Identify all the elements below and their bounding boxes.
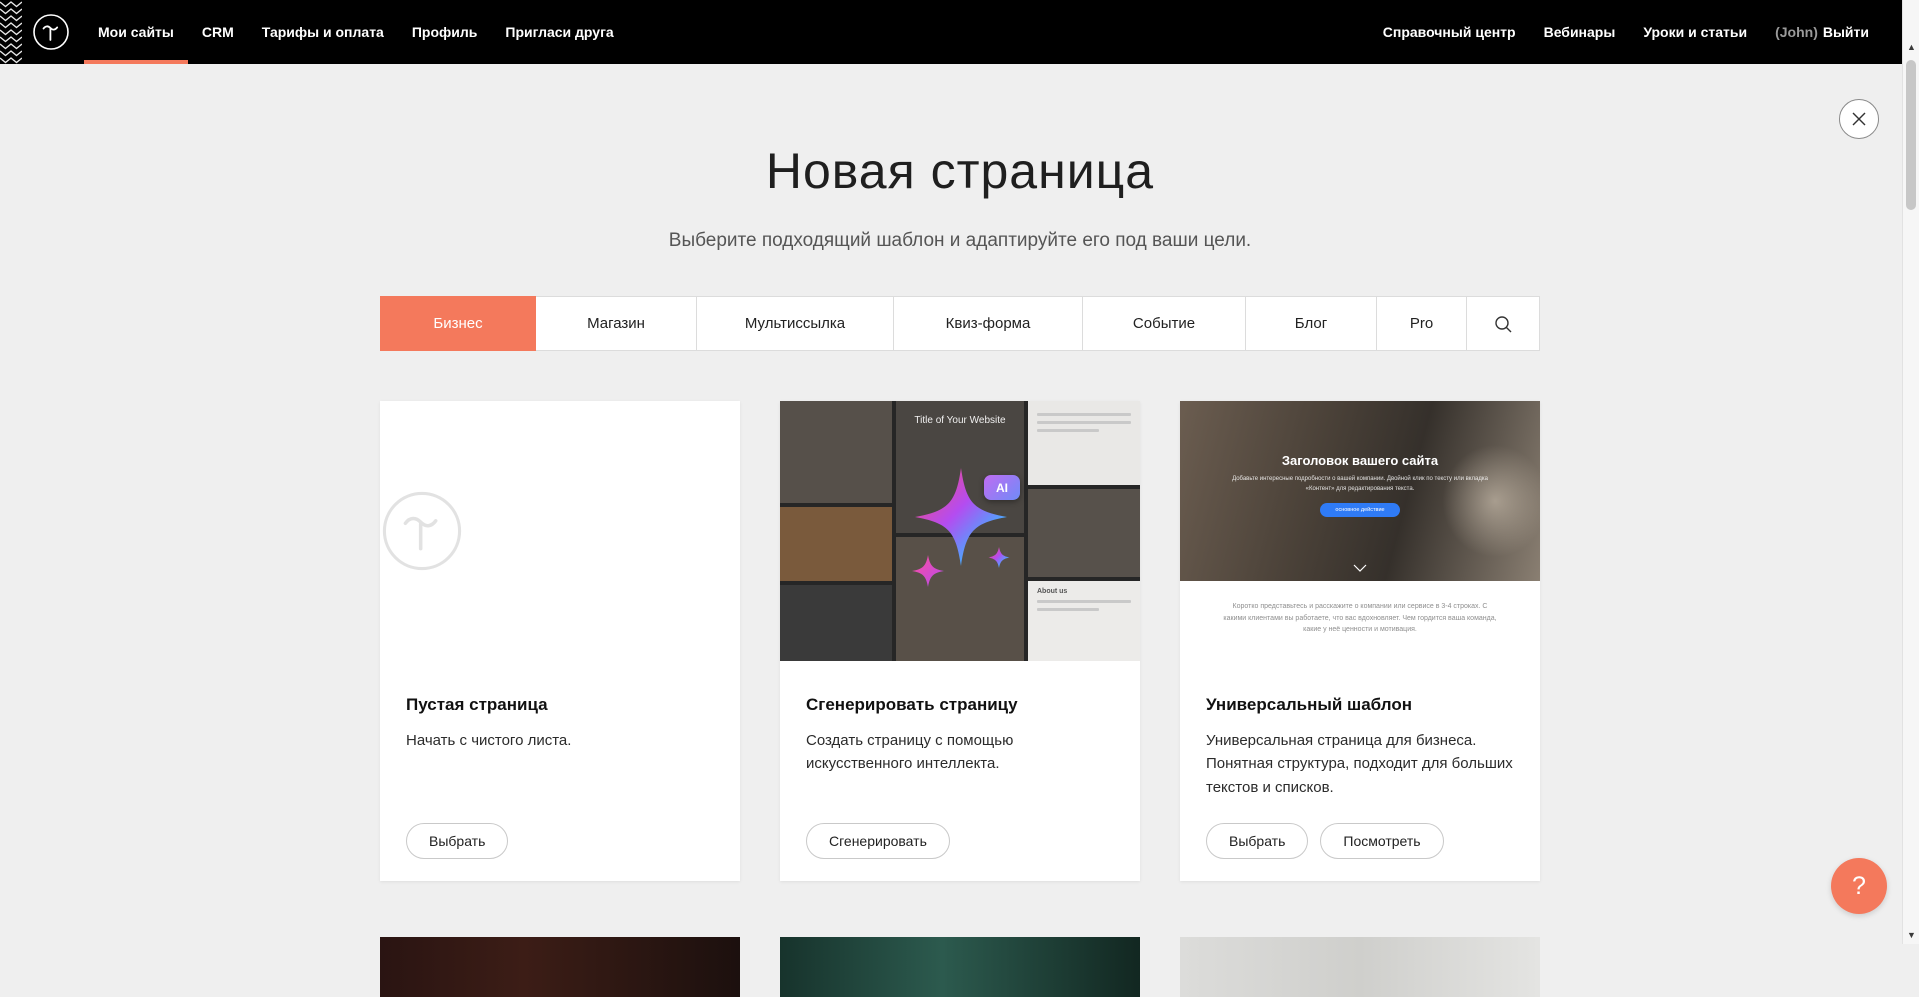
- nav-item-label: Вебинары: [1544, 24, 1616, 40]
- page-title: Новая страница: [380, 64, 1540, 200]
- nav-item-label: Профиль: [412, 24, 478, 40]
- logout-label: Выйти: [1823, 24, 1869, 40]
- page-subtitle: Выберите подходящий шаблон и адаптируйте…: [380, 230, 1540, 252]
- tab-search[interactable]: [1467, 296, 1540, 351]
- card-buttons: Выбрать Посмотреть: [1206, 823, 1444, 859]
- template-thumbnail[interactable]: [1180, 937, 1540, 997]
- card-title: Универсальный шаблон: [1206, 695, 1514, 715]
- tab-quiz[interactable]: Квиз-форма: [894, 296, 1083, 351]
- template-hero-preview: Заголовок вашего сайта Добавьте интересн…: [1180, 401, 1540, 581]
- tab-multilink[interactable]: Мультиссылка: [697, 296, 894, 351]
- nav-item-lessons[interactable]: Уроки и статьи: [1629, 0, 1761, 64]
- tab-shop[interactable]: Магазин: [536, 296, 697, 351]
- nav-item-label: Уроки и статьи: [1643, 24, 1747, 40]
- scrollbar[interactable]: ▲ ▼: [1902, 0, 1919, 944]
- nav-item-invite-friend[interactable]: Пригласи друга: [491, 0, 627, 64]
- generate-button[interactable]: Сгенерировать: [806, 823, 950, 859]
- card-preview: [380, 401, 740, 661]
- template-category-tabs: Бизнес Магазин Мультиссылка Квиз-форма С…: [380, 296, 1540, 351]
- scroll-up-arrow[interactable]: ▲: [1903, 40, 1919, 54]
- nav-item-label: Пригласи друга: [505, 24, 613, 40]
- card-body: Сгенерировать страницу Создать страницу …: [780, 661, 1140, 776]
- preview-hero-title: Заголовок вашего сайта: [1180, 401, 1540, 468]
- search-icon: [1493, 314, 1513, 334]
- collage-tile: [780, 585, 892, 661]
- next-template-row: [380, 937, 1540, 997]
- close-icon: [1851, 111, 1867, 127]
- tilda-watermark-icon: [380, 489, 464, 573]
- primary-nav: Мои сайты CRM Тарифы и оплата Профиль Пр…: [84, 0, 628, 64]
- nav-item-profile[interactable]: Профиль: [398, 0, 492, 64]
- tab-event[interactable]: Событие: [1083, 296, 1246, 351]
- template-thumbnail[interactable]: [780, 937, 1140, 997]
- collage-tile: [780, 507, 892, 581]
- template-thumbnail[interactable]: [380, 937, 740, 997]
- tab-pro[interactable]: Pro: [1377, 296, 1467, 351]
- nav-item-label: Справочный центр: [1383, 24, 1516, 40]
- card-blank-page[interactable]: Пустая страница Начать с чистого листа. …: [380, 401, 740, 881]
- nav-item-crm[interactable]: CRM: [188, 0, 248, 64]
- close-button[interactable]: [1839, 99, 1879, 139]
- help-button[interactable]: ?: [1831, 858, 1887, 914]
- nav-item-help-center[interactable]: Справочный центр: [1369, 0, 1530, 64]
- preview-button[interactable]: Посмотреть: [1320, 823, 1443, 859]
- card-universal-template[interactable]: Заголовок вашего сайта Добавьте интересн…: [1180, 401, 1540, 881]
- card-description: Универсальная страница для бизнеса. Поня…: [1206, 729, 1514, 799]
- scroll-down-arrow[interactable]: ▼: [1903, 928, 1919, 942]
- card-body: Универсальный шаблон Универсальная стран…: [1180, 661, 1540, 799]
- scrollbar-thumb[interactable]: [1906, 60, 1916, 210]
- template-cards-row: Пустая страница Начать с чистого листа. …: [380, 401, 1540, 881]
- secondary-nav: Справочный центр Вебинары Уроки и статьи…: [1369, 0, 1919, 64]
- card-ai-generate[interactable]: About us Title of Your Website: [780, 401, 1140, 881]
- nav-item-label: CRM: [202, 24, 234, 40]
- card-preview: Заголовок вашего сайта Добавьте интересн…: [1180, 401, 1540, 661]
- preview-hero-button: основное действие: [1320, 503, 1399, 517]
- card-title: Сгенерировать страницу: [806, 695, 1114, 715]
- select-button[interactable]: Выбрать: [406, 823, 508, 859]
- card-body: Пустая страница Начать с чистого листа.: [380, 661, 740, 752]
- top-navbar: Мои сайты CRM Тарифы и оплата Профиль Пр…: [0, 0, 1919, 64]
- card-preview: About us Title of Your Website: [780, 401, 1140, 661]
- user-name: (John): [1775, 24, 1818, 40]
- card-title: Пустая страница: [406, 695, 714, 715]
- preview-site-title: Title of Your Website: [780, 415, 1140, 426]
- nav-item-my-sites[interactable]: Мои сайты: [84, 0, 188, 64]
- card-buttons: Выбрать: [406, 823, 508, 859]
- zigzag-pattern: [0, 0, 22, 64]
- card-description: Начать с чистого листа.: [406, 729, 714, 752]
- ai-sparkle-icon: [896, 461, 1046, 621]
- nav-item-pricing[interactable]: Тарифы и оплата: [248, 0, 398, 64]
- nav-item-label: Тарифы и оплата: [262, 24, 384, 40]
- card-description: Создать страницу с помощью искусственног…: [806, 729, 1114, 776]
- card-buttons: Сгенерировать: [806, 823, 950, 859]
- tab-business[interactable]: Бизнес: [380, 296, 536, 351]
- ai-badge: AI: [984, 475, 1020, 500]
- tilda-logo-icon: [32, 13, 70, 51]
- preview-body-text: Коротко представьтесь и расскажите о ком…: [1180, 581, 1540, 661]
- question-icon: ?: [1852, 872, 1866, 901]
- select-button[interactable]: Выбрать: [1206, 823, 1308, 859]
- nav-item-label: Мои сайты: [98, 24, 174, 40]
- preview-hero-text: Добавьте интересные подробности о вашей …: [1230, 475, 1489, 494]
- chevron-down-icon: [1353, 564, 1367, 572]
- user-logout-link[interactable]: (John) Выйти: [1761, 0, 1883, 64]
- tilda-logo[interactable]: [32, 13, 70, 51]
- nav-item-webinars[interactable]: Вебинары: [1530, 0, 1630, 64]
- tab-blog[interactable]: Блог: [1246, 296, 1377, 351]
- new-page-modal: Новая страница Выберите подходящий шабло…: [380, 64, 1540, 997]
